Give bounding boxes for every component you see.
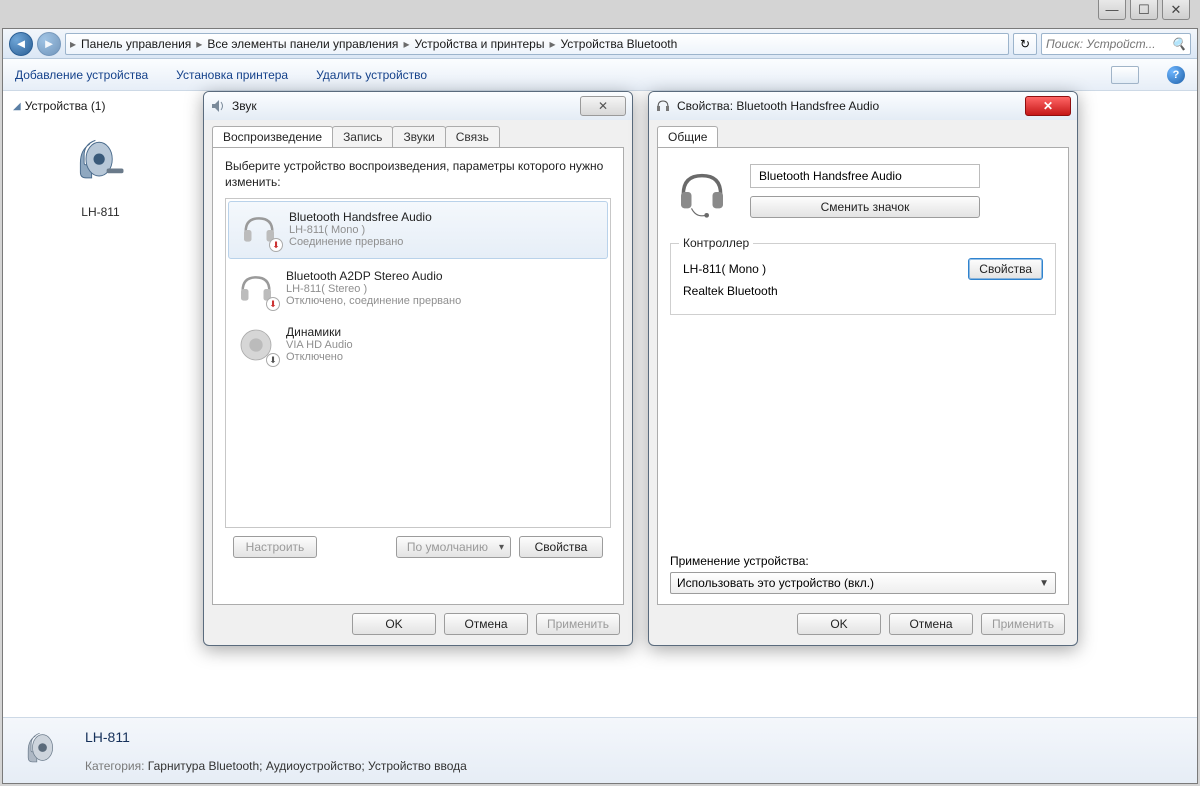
speaker-icon	[210, 98, 226, 114]
breadcrumb-root-icon: ▸	[70, 37, 76, 51]
sound-close-button[interactable]: ✕	[580, 96, 626, 116]
content-area: ◢ Устройства (1) LH-811	[3, 91, 1197, 717]
playback-device-list[interactable]: ⬇ Bluetooth Handsfree Audio LH-811( Mono…	[225, 198, 611, 528]
controller-line: Realtek Bluetooth	[683, 284, 778, 298]
status-badge-icon: ⬇	[269, 238, 283, 252]
cmd-add-printer[interactable]: Установка принтера	[176, 68, 288, 82]
refresh-button[interactable]: ↻	[1013, 33, 1037, 55]
properties-button[interactable]: Свойства	[519, 536, 603, 558]
ok-button[interactable]: OK	[352, 613, 436, 635]
device-status: Соединение прервано	[289, 236, 432, 248]
breadcrumb-item[interactable]: Устройства и принтеры	[412, 37, 546, 51]
device-large-icon	[674, 164, 730, 223]
tab-sounds[interactable]: Звуки	[392, 126, 445, 147]
headphones-icon: ⬇	[236, 269, 276, 309]
props-titlebar[interactable]: Свойства: Bluetooth Handsfree Audio ✕	[649, 92, 1077, 120]
properties-dialog: Свойства: Bluetooth Handsfree Audio ✕ Об…	[648, 91, 1078, 646]
cmd-add-device[interactable]: Добавление устройства	[15, 68, 148, 82]
sound-tab-body: Выберите устройство воспроизведения, пар…	[212, 147, 624, 605]
minimize-button[interactable]: —	[1098, 0, 1126, 20]
breadcrumb-item[interactable]: Устройства Bluetooth	[558, 37, 679, 51]
details-name: LH-811	[85, 729, 467, 745]
back-button[interactable]: ◄	[9, 32, 33, 56]
device-name: Bluetooth A2DP Stereo Audio	[286, 269, 461, 283]
device-name-field[interactable]: Bluetooth Handsfree Audio	[750, 164, 980, 188]
apply-button[interactable]: Применить	[981, 613, 1065, 635]
controller-fieldset: Контроллер LH-811( Mono ) Свойства Realt…	[670, 243, 1056, 315]
set-default-button[interactable]: По умолчанию	[396, 536, 511, 558]
details-category-label: Категория:	[85, 759, 144, 773]
props-tab-body: Bluetooth Handsfree Audio Сменить значок…	[657, 147, 1069, 605]
props-title: Свойства: Bluetooth Handsfree Audio	[677, 99, 879, 113]
collapse-icon[interactable]: ◢	[13, 101, 21, 112]
cmd-remove-device[interactable]: Удалить устройство	[316, 68, 427, 82]
device-label: LH-811	[31, 205, 171, 219]
tab-general[interactable]: Общие	[657, 126, 718, 147]
device-name: Bluetooth Handsfree Audio	[289, 210, 432, 224]
playback-item[interactable]: ⬇ Bluetooth A2DP Stereo Audio LH-811( St…	[226, 261, 610, 317]
device-subtitle: LH-811( Stereo )	[286, 283, 461, 295]
usage-label: Применение устройства:	[670, 554, 1056, 568]
speaker-icon: ⬇	[236, 325, 276, 365]
controller-properties-button[interactable]: Свойства	[968, 258, 1043, 280]
controller-line: LH-811( Mono )	[683, 262, 766, 276]
headset-icon	[655, 98, 671, 114]
sound-title: Звук	[232, 99, 257, 113]
search-input[interactable]	[1046, 37, 1167, 51]
headset-icon	[17, 726, 71, 775]
tab-playback[interactable]: Воспроизведение	[212, 126, 333, 147]
device-subtitle: LH-811( Mono )	[289, 224, 432, 236]
view-options-button[interactable]	[1111, 66, 1139, 84]
headphones-icon: ⬇	[239, 210, 279, 250]
sound-tabs: Воспроизведение Запись Звуки Связь	[204, 120, 632, 147]
change-icon-button[interactable]: Сменить значок	[750, 196, 980, 218]
maximize-button[interactable]: ☐	[1130, 0, 1158, 20]
apply-button[interactable]: Применить	[536, 613, 620, 635]
tab-communications[interactable]: Связь	[445, 126, 500, 147]
usage-value: Использовать это устройство (вкл.)	[677, 576, 874, 590]
address-bar: ◄ ► ▸ Панель управления ▸ Все элементы п…	[3, 29, 1197, 59]
explorer-window: ◄ ► ▸ Панель управления ▸ Все элементы п…	[2, 28, 1198, 784]
details-category-value: Гарнитура Bluetooth; Аудиоустройство; Ус…	[148, 759, 467, 773]
forward-button[interactable]: ►	[37, 32, 61, 56]
search-icon: 🔍	[1171, 37, 1186, 51]
status-badge-icon: ⬇	[266, 353, 280, 367]
device-subtitle: VIA HD Audio	[286, 339, 353, 351]
breadcrumb-item[interactable]: Панель управления	[79, 37, 193, 51]
sound-dialog: Звук ✕ Воспроизведение Запись Звуки Связ…	[203, 91, 633, 646]
details-pane: LH-811 Категория: Гарнитура Bluetooth; А…	[3, 717, 1197, 783]
usage-combobox[interactable]: Использовать это устройство (вкл.) ▼	[670, 572, 1056, 594]
tab-recording[interactable]: Запись	[332, 126, 393, 147]
ok-button[interactable]: OK	[797, 613, 881, 635]
device-name: Динамики	[286, 325, 353, 339]
close-button[interactable]: ✕	[1162, 0, 1190, 20]
headset-icon	[31, 121, 171, 201]
configure-button[interactable]: Настроить	[233, 536, 317, 558]
breadcrumb-box[interactable]: ▸ Панель управления ▸ Все элементы панел…	[65, 33, 1009, 55]
sound-instruction: Выберите устройство воспроизведения, пар…	[225, 158, 611, 190]
playback-item[interactable]: ⬇ Bluetooth Handsfree Audio LH-811( Mono…	[228, 201, 608, 259]
playback-item[interactable]: ⬇ Динамики VIA HD Audio Отключено	[226, 317, 610, 373]
command-bar: Добавление устройства Установка принтера…	[3, 59, 1197, 91]
device-tile[interactable]: LH-811	[31, 121, 171, 219]
chevron-down-icon: ▼	[1039, 578, 1049, 589]
device-list-pane: ◢ Устройства (1) LH-811	[3, 91, 198, 717]
controller-legend: Контроллер	[679, 236, 753, 250]
cancel-button[interactable]: Отмена	[889, 613, 973, 635]
device-status: Отключено, соединение прервано	[286, 295, 461, 307]
breadcrumb-item[interactable]: Все элементы панели управления	[205, 37, 400, 51]
help-icon[interactable]: ?	[1167, 66, 1185, 84]
props-close-button[interactable]: ✕	[1025, 96, 1071, 116]
section-header: ◢ Устройства (1)	[13, 99, 188, 113]
search-box[interactable]: 🔍	[1041, 33, 1191, 55]
device-status: Отключено	[286, 351, 353, 363]
sound-titlebar[interactable]: Звук ✕	[204, 92, 632, 120]
status-badge-icon: ⬇	[266, 297, 280, 311]
cancel-button[interactable]: Отмена	[444, 613, 528, 635]
section-title: Устройства (1)	[25, 99, 106, 113]
props-tabs: Общие	[649, 120, 1077, 147]
